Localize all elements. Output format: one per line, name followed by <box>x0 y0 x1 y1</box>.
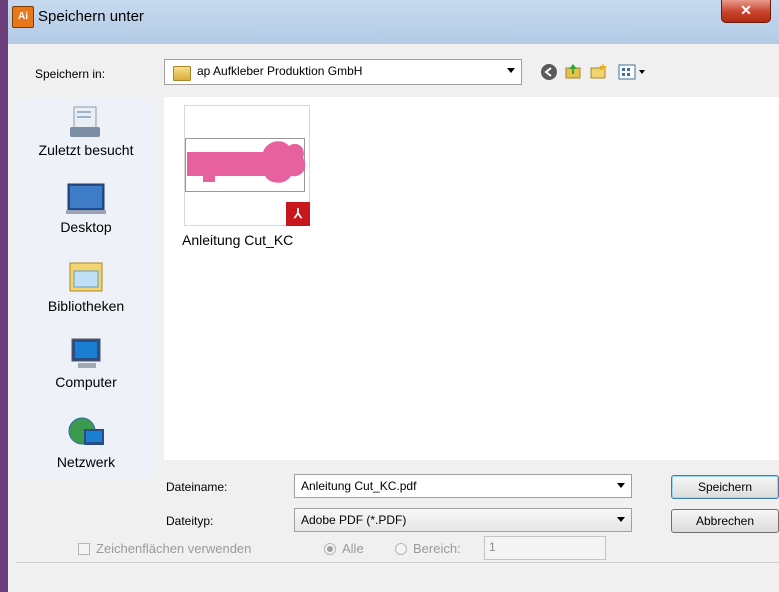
filetype-value: Adobe PDF (*.PDF) <box>301 513 407 527</box>
chevron-down-icon <box>507 68 515 73</box>
dialog-title: Speichern unter <box>38 8 144 25</box>
filetype-label: Dateityp: <box>166 514 214 528</box>
filename-input[interactable]: Anleitung Cut_KC.pdf <box>294 474 632 498</box>
dialog-body: Speichern in: ap Aufkleber Produktion Gm… <box>8 44 779 592</box>
save-in-label: Speichern in: <box>35 67 106 81</box>
range-label: Bereich: <box>413 541 461 556</box>
place-recent-label: Zuletzt besucht <box>38 142 134 158</box>
thumbnail-artwork <box>187 141 306 183</box>
artboards-label: Zeichenflächen verwenden <box>96 541 252 556</box>
network-icon <box>68 417 104 445</box>
back-icon[interactable] <box>540 63 558 81</box>
save-in-dropdown[interactable]: ap Aufkleber Produktion GmbH <box>164 59 522 85</box>
place-computer-label: Computer <box>55 374 117 390</box>
places-bar: Zuletzt besucht Desktop Bibliotheken Com… <box>16 97 156 480</box>
title-bar[interactable]: Ai Speichern unter ✕ <box>8 0 779 44</box>
range-input[interactable]: 1 <box>484 536 606 560</box>
chevron-down-icon[interactable] <box>617 483 625 488</box>
place-computer[interactable]: Computer <box>16 337 156 390</box>
new-folder-icon[interactable] <box>590 62 608 80</box>
save-in-value: ap Aufkleber Produktion GmbH <box>197 64 363 78</box>
place-network[interactable]: Netzwerk <box>16 415 156 470</box>
place-libraries[interactable]: Bibliotheken <box>16 259 156 314</box>
view-menu-icon[interactable] <box>618 63 648 81</box>
place-libraries-label: Bibliotheken <box>47 298 125 314</box>
all-radio[interactable] <box>324 543 336 555</box>
computer-icon <box>71 338 101 368</box>
filename-label: Dateiname: <box>166 480 228 494</box>
place-desktop-label: Desktop <box>60 219 112 235</box>
up-folder-icon[interactable] <box>564 62 582 80</box>
recent-places-icon <box>70 106 100 137</box>
chevron-down-icon <box>617 517 625 522</box>
libraries-icon <box>69 262 103 292</box>
folder-icon <box>173 66 191 81</box>
place-network-label: Netzwerk <box>56 454 116 470</box>
pdf-icon: ⅄ <box>286 202 310 226</box>
place-recent[interactable]: Zuletzt besucht <box>16 105 156 158</box>
all-label: Alle <box>342 541 364 556</box>
save-button[interactable]: Speichern <box>671 475 779 499</box>
divider <box>16 562 779 563</box>
cancel-button[interactable]: Abbrechen <box>671 509 779 533</box>
filename-value: Anleitung Cut_KC.pdf <box>301 479 417 493</box>
close-button[interactable]: ✕ <box>721 0 771 23</box>
place-desktop[interactable]: Desktop <box>16 182 156 235</box>
illustrator-app-icon: Ai <box>12 6 34 28</box>
file-list[interactable]: ⅄ Anleitung Cut_KC <box>164 97 779 460</box>
artboards-checkbox[interactable] <box>78 543 90 555</box>
filetype-dropdown[interactable]: Adobe PDF (*.PDF) <box>294 508 632 532</box>
file-thumbnail: ⅄ <box>184 105 310 226</box>
save-as-dialog: Ai Speichern unter ✕ Speichern in: ap Au… <box>0 0 779 592</box>
range-radio[interactable] <box>395 543 407 555</box>
file-name: Anleitung Cut_KC <box>182 232 294 248</box>
desktop-icon <box>66 183 106 214</box>
